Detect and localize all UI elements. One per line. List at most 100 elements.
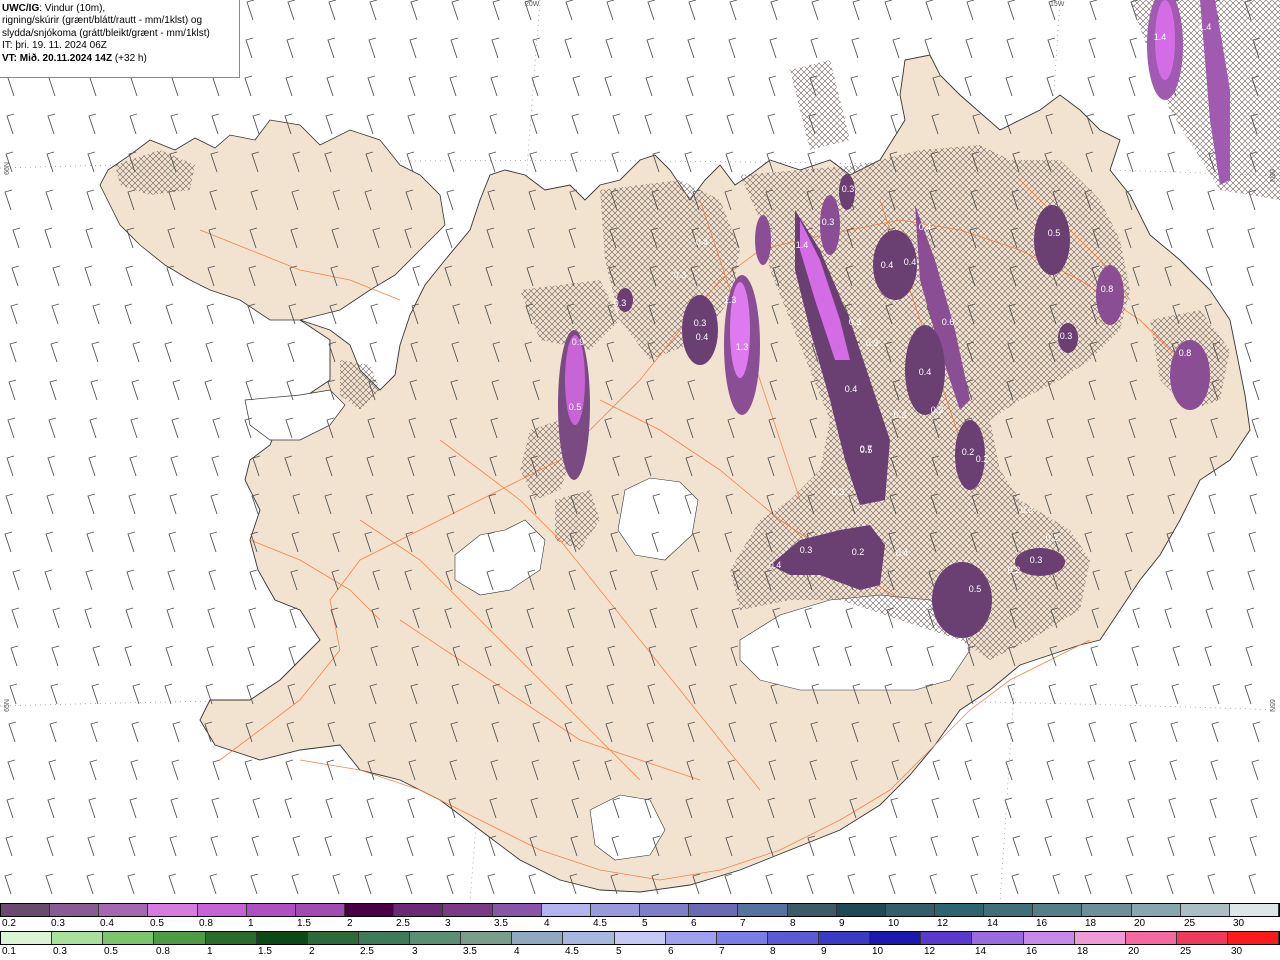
precip-value-label: 0.4 [881, 260, 894, 270]
scale-label: 4.5 [565, 946, 579, 957]
scale-swatch [205, 932, 257, 944]
scale-swatch [1074, 932, 1126, 944]
init-time: IT: þri. 19. 11. 2024 06Z [2, 40, 107, 52]
precip-value-label: 0.7 [860, 444, 873, 454]
scale-label: 18 [1085, 918, 1097, 929]
precip-value-label: 0.4 [696, 332, 709, 342]
scale-swatch [103, 932, 155, 944]
scale-swatch [1033, 904, 1083, 916]
precip-value-label: 1.4 [1154, 32, 1167, 42]
scale-label: 25 [1180, 946, 1192, 957]
scale-swatch [767, 932, 819, 944]
precip-value-label: 0.5 [569, 402, 582, 412]
precip-value-label: 0.4 [769, 560, 782, 570]
scale-swatch [1082, 904, 1132, 916]
precip-value-label: 0.3 [894, 410, 907, 420]
weather-map: 0.9 0.5 1.3 1.3 0.3 0.4 0.3 0.3 0.4 1.4 0.4 0.6 0.4 0… [0, 0, 1280, 902]
precip-value-label: 0.3 [674, 270, 687, 280]
scale-swatch [885, 904, 935, 916]
scale-label: 5 [642, 918, 648, 929]
scale-swatch [921, 932, 973, 944]
scale-swatch [99, 904, 149, 916]
scale-swatch [870, 932, 922, 944]
scale-swatch [1125, 932, 1177, 944]
rain-scale-labels: 0.1 0.3 0.5 0.8 1 1.5 2 2.5 3 3.5 4 4.5 5 6 7 8 9 10 12 14 1… [0, 946, 1280, 959]
scale-swatch [358, 932, 410, 944]
precip-value-label: 0.3 [842, 184, 855, 194]
precip-value-label: 0.2 [931, 405, 944, 415]
scale-label: 4.5 [593, 918, 607, 929]
scale-swatch [410, 932, 462, 944]
snow-color-scale [0, 903, 1280, 917]
scale-swatch [665, 932, 717, 944]
precip-value-label: 0.3 [694, 318, 707, 328]
scale-label: 1.5 [258, 946, 272, 957]
precip-value-label: 0.9 [572, 337, 585, 347]
scale-label: 0.4 [100, 918, 114, 929]
lon-label-20w: 20W [525, 1, 540, 8]
scale-label: 20 [1134, 918, 1146, 929]
precip-value-label: 0.4 [845, 384, 858, 394]
precip-value-label: 1.3 [736, 342, 749, 352]
scale-label: 12 [924, 946, 936, 957]
lat-label-65n-right: 65N [1267, 699, 1275, 712]
precip-value-label: 0.3 [849, 317, 862, 327]
scale-swatch [1176, 932, 1228, 944]
precip-value-label: 0.3 [832, 487, 845, 497]
precip-value-label: 0.8 [1179, 348, 1192, 358]
scale-swatch [640, 904, 690, 916]
scale-label: 1 [207, 946, 213, 957]
scale-swatch [836, 904, 886, 916]
precip-value-label: 0.3 [1021, 505, 1034, 515]
scale-label: 0.8 [199, 918, 213, 929]
snow-scale-labels: 0.2 0.3 0.4 0.5 0.8 1 1.5 2 2.5 3 3.5 4 4.5 5 6 7 8 9 10 12… [0, 918, 1280, 931]
product-title: UWC/IG [2, 3, 40, 14]
scale-label: 4 [514, 946, 520, 957]
scale-swatch [1228, 932, 1280, 944]
scale-swatch [984, 904, 1034, 916]
scale-label: 0.5 [104, 946, 118, 957]
scale-label: 2.5 [360, 946, 374, 957]
lat-label-66n-left: 66N [3, 162, 11, 175]
precip-value-label: 0.5 [1048, 228, 1061, 238]
scale-label: 14 [975, 946, 987, 957]
scale-label: 7 [740, 918, 746, 929]
scale-swatch [541, 904, 591, 916]
precip-value-label: 1.3 [724, 295, 737, 305]
precip-value-label: 1.4 [1199, 22, 1212, 32]
precip-value-label: 0.4 [904, 257, 917, 267]
header-line3: slydda/snjókoma (grátt/bleikt/grænt - mm… [2, 27, 210, 39]
scale-label: 8 [770, 946, 776, 957]
scale-label: 2 [347, 918, 353, 929]
scale-label: 16 [1036, 918, 1048, 929]
scale-label: 2.5 [396, 918, 410, 929]
scale-swatch [934, 904, 985, 916]
scale-label: 1 [248, 918, 254, 929]
precip-value-label: 1.4 [796, 240, 809, 250]
scale-label: 0.2 [2, 918, 16, 929]
precip-value-label: 0.3 [1030, 555, 1043, 565]
scale-label: 9 [821, 946, 827, 957]
scale-swatch [614, 932, 666, 944]
header-line1: UWC/IG: Vindur (10m), [2, 3, 237, 15]
scale-swatch [295, 904, 346, 916]
scale-swatch [1229, 904, 1280, 916]
scale-label: 3 [445, 918, 451, 929]
scale-swatch [461, 932, 513, 944]
scale-swatch [819, 932, 871, 944]
scale-swatch [716, 932, 768, 944]
lat-label-65n-left: 65N [3, 699, 11, 712]
scale-swatch [443, 904, 493, 916]
scale-swatch [590, 904, 641, 916]
precip-value-label: 0.4 [896, 548, 909, 558]
header-info-box: UWC/IG: Vindur (10m), rigning/skúrir (gr… [0, 0, 240, 78]
scale-label: 3.5 [494, 918, 508, 929]
scale-label: 3 [412, 946, 418, 957]
scale-label: 3.5 [463, 946, 477, 957]
precip-value-label: 0.2 [852, 547, 865, 557]
scale-label: 2 [309, 946, 315, 957]
scale-label: 0.5 [150, 918, 164, 929]
precip-value-label: 0.3 [822, 217, 835, 227]
scale-swatch [52, 932, 104, 944]
precip-value-label: 0.2 [976, 454, 989, 464]
